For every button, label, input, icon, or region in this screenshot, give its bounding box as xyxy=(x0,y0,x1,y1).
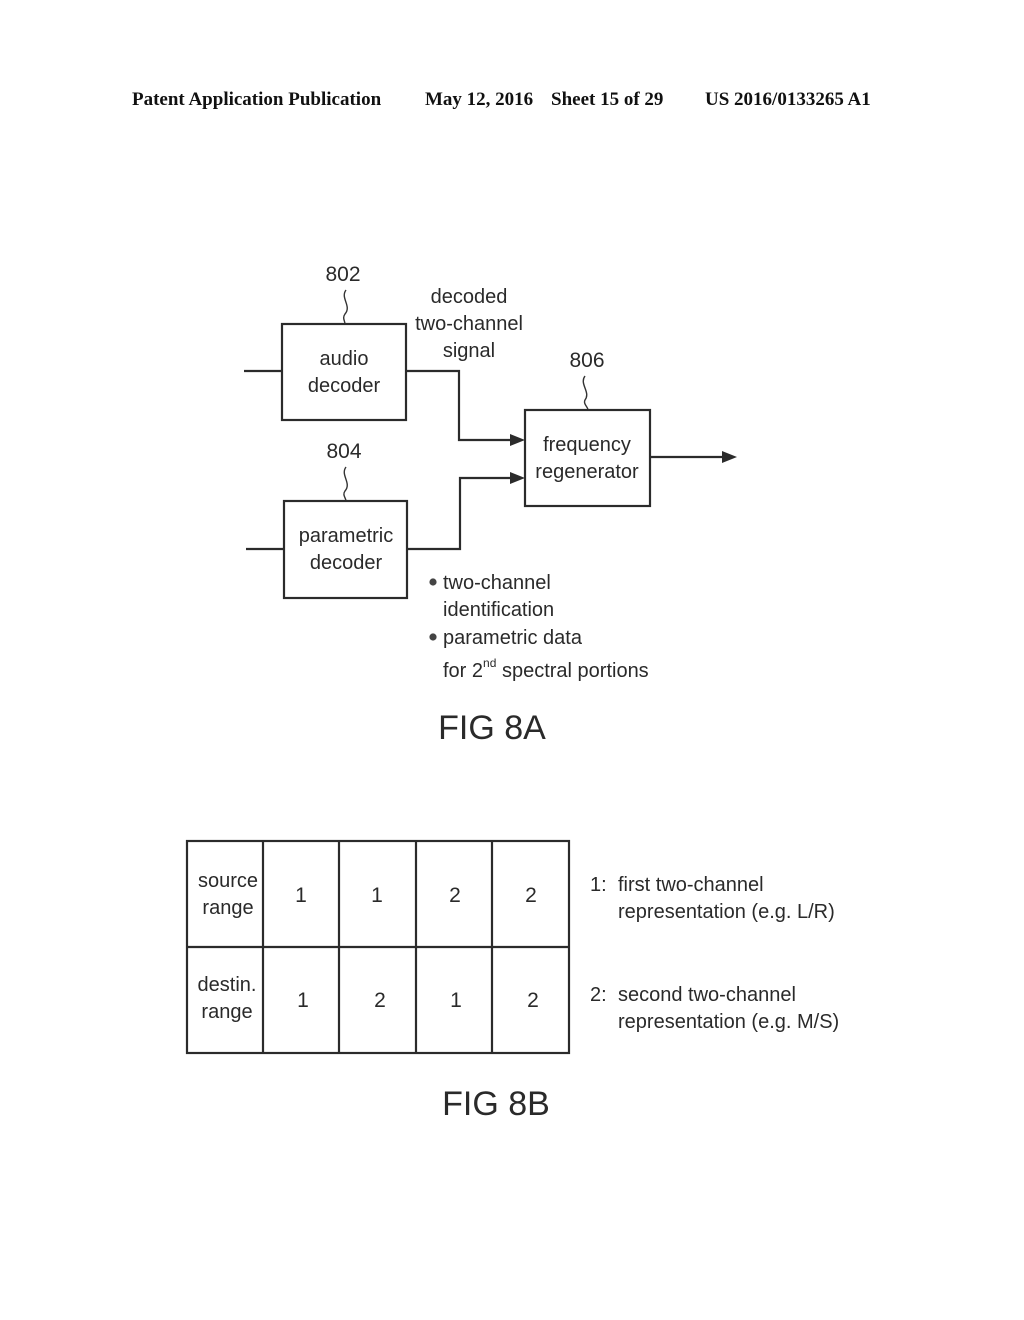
audio-decoder-label-2: decoder xyxy=(308,375,381,397)
output-arrowhead-icon xyxy=(722,451,737,463)
frequency-regenerator-label-1: frequency xyxy=(543,434,631,456)
fig-8a: 802 audio decoder decoded two-channel si… xyxy=(244,263,737,747)
bullet-1-line-1: two-channel xyxy=(443,572,551,594)
ordinal-superscript: nd xyxy=(483,656,496,670)
frequency-regenerator-label-2: regenerator xyxy=(535,461,639,483)
table-row: source range 1 1 2 2 xyxy=(198,870,537,919)
legend-key-1: 1: xyxy=(590,874,607,896)
signal-label-line-2: two-channel xyxy=(415,313,523,335)
leader-line-806 xyxy=(582,375,589,411)
table-cell: 2 xyxy=(374,989,386,1012)
arrowhead-icon xyxy=(510,472,525,484)
audio-decoder-block: 802 audio decoder xyxy=(280,263,408,422)
table-cell: 1 xyxy=(297,989,309,1012)
legend-1-line-2: representation (e.g. L/R) xyxy=(618,901,835,923)
parametric-data-wire xyxy=(407,476,512,551)
legend-2-line-1: second two-channel xyxy=(618,984,796,1006)
legend-2-line-2: representation (e.g. M/S) xyxy=(618,1011,839,1033)
parametric-decoder-label-1: parametric xyxy=(299,525,393,547)
bullet-1-line-2: identification xyxy=(443,599,554,621)
decoded-signal-label: decoded two-channel signal xyxy=(415,286,523,362)
row-header-destin-1: destin. xyxy=(198,974,257,996)
frequency-regenerator-box xyxy=(523,408,652,508)
row-header-destin-2: range xyxy=(201,1001,252,1023)
arrowhead-icon xyxy=(510,434,525,446)
table-cell: 1 xyxy=(371,884,383,907)
table-cell: 2 xyxy=(527,989,539,1012)
bullet-icon xyxy=(429,578,437,586)
ref-804: 804 xyxy=(326,440,361,463)
fig-8a-caption: FIG 8A xyxy=(438,709,546,747)
parametric-decoder-block: 804 parametric decoder xyxy=(282,440,409,600)
frequency-regenerator-block: 806 frequency regenerator xyxy=(523,349,652,508)
table-cell: 1 xyxy=(295,884,307,907)
audio-decoder-label-1: audio xyxy=(320,348,369,370)
table-legend: 1: first two-channel representation (e.g… xyxy=(590,874,839,1033)
parametric-decoder-box xyxy=(282,499,409,600)
audio-decoder-box xyxy=(280,322,408,422)
bullet-2-line-1: parametric data xyxy=(443,627,583,649)
legend-key-2: 2: xyxy=(590,984,607,1006)
bullet-icon xyxy=(429,633,437,641)
bullet-2-text-b: spectral portions xyxy=(496,660,648,682)
ref-802: 802 xyxy=(325,263,360,286)
range-mapping-table: source range 1 1 2 2 destin. range 1 2 1… xyxy=(185,839,571,1055)
decoded-signal-wire xyxy=(406,369,512,442)
table-cell: 2 xyxy=(525,884,537,907)
row-header-source-2: range xyxy=(202,897,253,919)
parametric-output-bullets: two-channel identification parametric da… xyxy=(429,572,649,682)
table-row: destin. range 1 2 1 2 xyxy=(198,974,539,1023)
fig-8b-caption: FIG 8B xyxy=(442,1085,550,1123)
parametric-decoder-label-2: decoder xyxy=(310,552,383,574)
ref-806: 806 xyxy=(569,349,604,372)
signal-label-line-3: signal xyxy=(443,340,495,362)
figure-canvas: 802 audio decoder decoded two-channel si… xyxy=(185,263,839,1123)
table-cell: 2 xyxy=(449,884,461,907)
bullet-2-text-a: for 2 xyxy=(443,660,483,682)
bullet-2-line-2: for 2nd spectral portions xyxy=(443,656,649,682)
leader-line-804 xyxy=(343,466,348,502)
table-cell: 1 xyxy=(450,989,462,1012)
legend-1-line-1: first two-channel xyxy=(618,874,764,896)
row-header-source-1: source xyxy=(198,870,258,892)
fig-8b: source range 1 1 2 2 destin. range 1 2 1… xyxy=(185,839,839,1123)
signal-label-line-1: decoded xyxy=(431,286,508,308)
leader-line-802 xyxy=(342,289,348,325)
